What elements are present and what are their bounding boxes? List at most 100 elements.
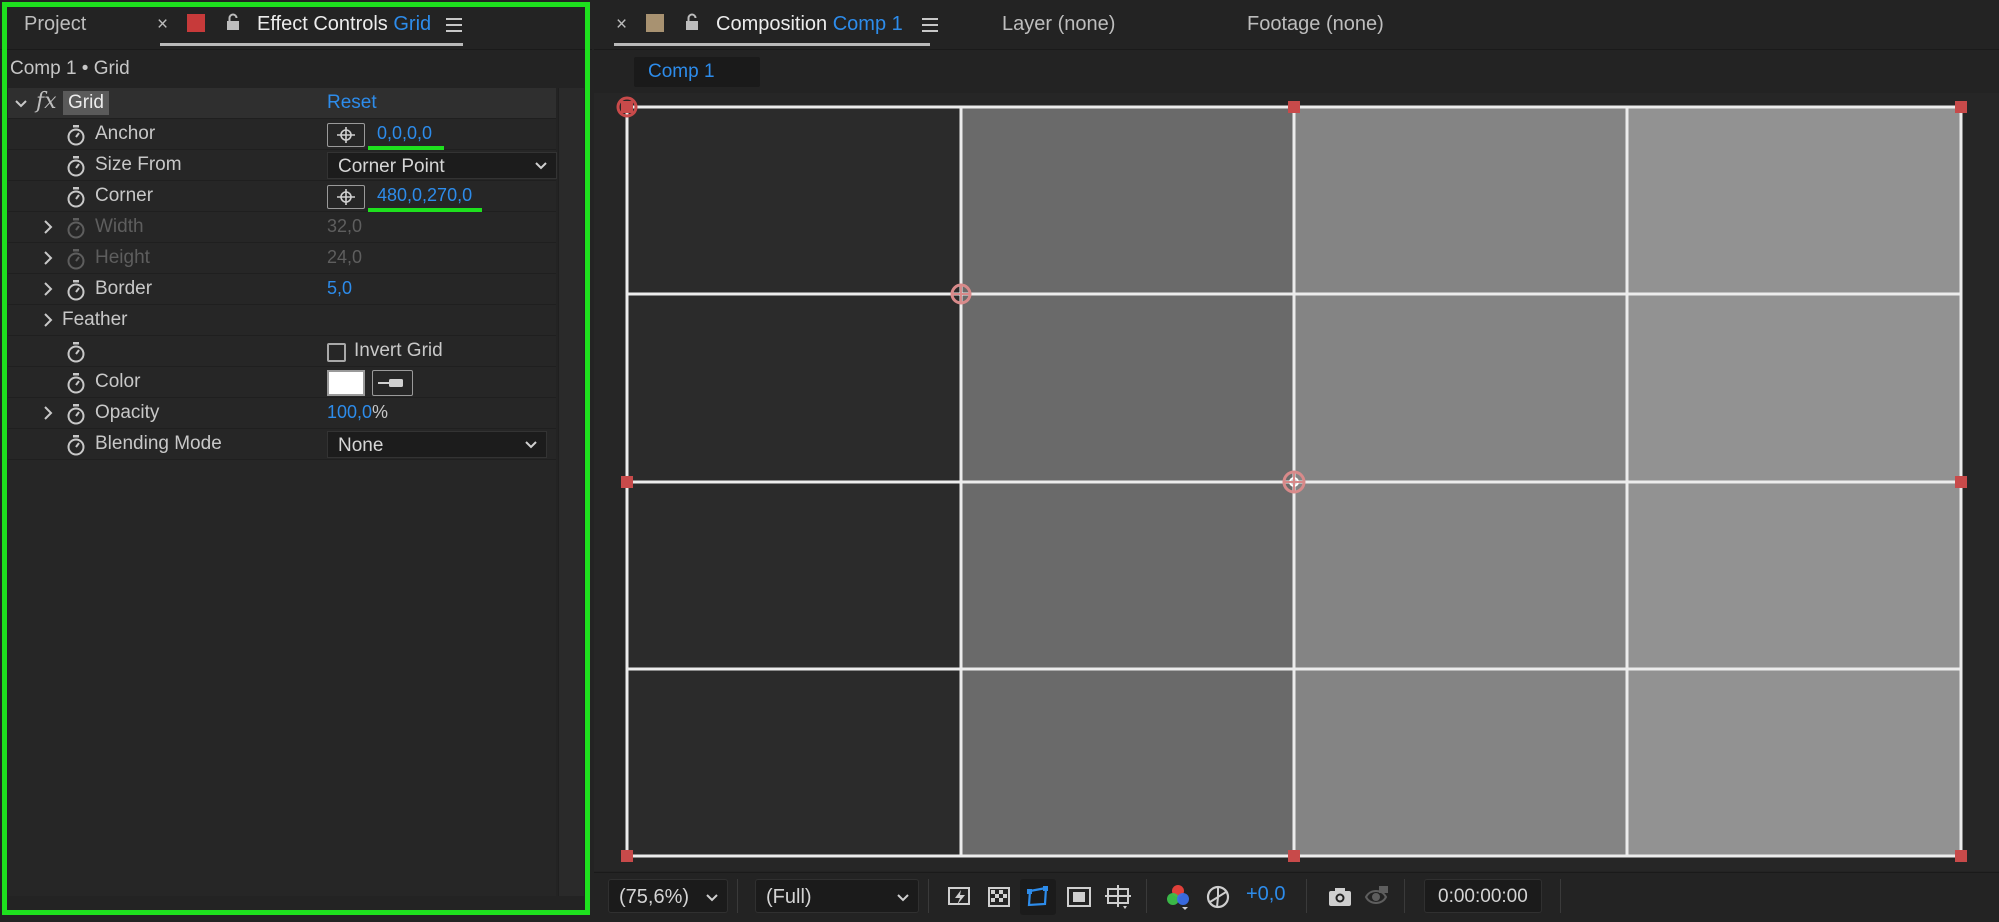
- property-label[interactable]: Feather: [62, 309, 127, 331]
- lock-icon[interactable]: [684, 13, 700, 31]
- chevron-down-icon: [525, 441, 537, 449]
- opacity-number: 100,0: [327, 402, 373, 422]
- tab-composition[interactable]: Composition Comp 1: [716, 13, 903, 36]
- border-value[interactable]: 5,0: [327, 278, 352, 299]
- property-label: Opacity: [95, 402, 160, 423]
- comp-sub-tab[interactable]: Comp 1: [634, 57, 760, 87]
- tab-composition-name: Comp 1: [832, 13, 903, 35]
- exposure-value[interactable]: +0,0: [1246, 883, 1285, 906]
- blending-mode-dropdown[interactable]: None: [327, 431, 547, 458]
- toolbar-separator: [1560, 879, 1561, 913]
- opacity-unit: %: [372, 402, 389, 422]
- anchor-target-button[interactable]: [327, 123, 365, 147]
- panel-menu-icon[interactable]: [922, 18, 938, 32]
- effect-name[interactable]: Grid: [63, 91, 109, 115]
- timecode-value: 0:00:00:00: [1438, 886, 1528, 907]
- property-row-opacity: Opacity 100,0%: [8, 398, 556, 429]
- right-tab-bar: × Composition Comp 1 Layer (none) Footag…: [594, 0, 1999, 50]
- anchor-value[interactable]: 0,0,0,0: [377, 123, 432, 144]
- property-row-color: Color: [8, 367, 556, 398]
- tab-effect-controls[interactable]: Effect Controls Grid: [257, 13, 431, 36]
- property-label: Corner: [95, 185, 154, 206]
- tab-layer[interactable]: Layer (none): [1002, 13, 1115, 36]
- toolbar-separator: [928, 879, 929, 913]
- stopwatch-icon[interactable]: [66, 186, 86, 208]
- effect-header-row[interactable]: fx Grid Reset: [8, 88, 556, 119]
- comp-sub-tab-label: Comp 1: [648, 61, 715, 82]
- zoom-value: (75,6%): [619, 886, 690, 908]
- comp-canvas[interactable]: [594, 93, 1999, 871]
- zoom-dropdown[interactable]: (75,6%): [608, 879, 728, 913]
- invert-grid-checkbox[interactable]: [327, 343, 346, 362]
- crosshair-target-icon: [337, 189, 355, 205]
- mask-visibility-button[interactable]: [1020, 879, 1056, 915]
- effect-controls-panel: Project × Effect Controls Grid Comp 1 • …: [0, 0, 592, 922]
- layer-anchor-point[interactable]: [1282, 470, 1306, 494]
- tab-composition-label: Composition: [716, 13, 828, 35]
- eyedropper-icon: [378, 379, 403, 387]
- stopwatch-icon[interactable]: [66, 403, 86, 425]
- property-label: Size From: [95, 154, 182, 175]
- property-row-size-from: Size From Corner Point: [8, 150, 557, 181]
- lock-icon[interactable]: [225, 13, 241, 31]
- fx-icon[interactable]: fx: [36, 89, 57, 114]
- property-label: Border: [95, 278, 153, 299]
- show-snapshot-icon[interactable]: [1362, 883, 1390, 911]
- region-of-interest-icon[interactable]: [1065, 883, 1093, 911]
- chevron-right-icon[interactable]: [42, 281, 54, 297]
- property-row-border: Border 5,0: [8, 274, 556, 305]
- stopwatch-icon[interactable]: [66, 124, 86, 146]
- panel-menu-icon[interactable]: [446, 18, 462, 32]
- comp-layer-path: Comp 1 • Grid: [10, 58, 130, 79]
- close-tab-icon[interactable]: ×: [616, 14, 627, 36]
- chevron-right-icon[interactable]: [42, 312, 54, 328]
- toolbar-separator: [1146, 879, 1147, 913]
- tab-project[interactable]: Project: [24, 13, 86, 36]
- current-time-display[interactable]: 0:00:00:00: [1424, 879, 1542, 913]
- active-tab-underline: [160, 43, 463, 46]
- chevron-right-icon[interactable]: [42, 250, 54, 266]
- camera-icon[interactable]: [1326, 883, 1354, 911]
- property-label: Color: [95, 371, 141, 392]
- size-from-value: Corner Point: [338, 156, 445, 177]
- stopwatch-icon[interactable]: [66, 434, 86, 456]
- color-swatch[interactable]: [327, 370, 365, 396]
- stopwatch-icon[interactable]: [66, 341, 86, 363]
- corner-value[interactable]: 480,0,270,0: [377, 185, 472, 206]
- stopwatch-icon: [67, 249, 85, 270]
- stopwatch-icon[interactable]: [66, 372, 86, 394]
- chevron-right-icon[interactable]: [42, 405, 54, 421]
- exposure-reset-icon[interactable]: [1204, 883, 1232, 911]
- invert-grid-label[interactable]: Invert Grid: [354, 340, 443, 362]
- composition-viewer[interactable]: [594, 93, 1999, 871]
- comp-label-color-swatch[interactable]: [646, 14, 664, 32]
- fast-previews-icon[interactable]: [946, 883, 974, 911]
- toolbar-separator: [1306, 879, 1307, 913]
- active-tab-underline: [614, 43, 930, 46]
- close-tab-icon[interactable]: ×: [157, 14, 168, 36]
- tab-effect-controls-label: Effect Controls: [257, 13, 388, 35]
- grid-guides-icon[interactable]: [1104, 883, 1132, 911]
- property-row-invert-grid: Invert Grid: [8, 336, 556, 367]
- properties-scrollbar[interactable]: [558, 88, 584, 896]
- chevron-right-icon[interactable]: [42, 219, 54, 235]
- property-label: Height: [95, 247, 150, 268]
- crosshair-target-icon: [337, 127, 355, 143]
- reset-link[interactable]: Reset: [327, 92, 377, 114]
- eyedropper-button[interactable]: [372, 370, 413, 396]
- corner-target-button[interactable]: [327, 185, 365, 209]
- height-value: 24,0: [327, 247, 363, 267]
- chevron-down-icon[interactable]: [14, 98, 28, 110]
- chevron-down-icon: [706, 894, 718, 902]
- tab-footage[interactable]: Footage (none): [1247, 13, 1384, 36]
- stopwatch-icon[interactable]: [66, 279, 86, 301]
- size-from-dropdown[interactable]: Corner Point: [327, 152, 557, 179]
- stopwatch-icon[interactable]: [66, 155, 86, 177]
- corner-control-point[interactable]: [950, 283, 972, 305]
- toolbar-separator: [737, 879, 738, 913]
- resolution-dropdown[interactable]: (Full): [755, 879, 919, 913]
- channel-rgb-icon[interactable]: [1164, 883, 1192, 911]
- opacity-value[interactable]: 100,0%: [327, 402, 388, 423]
- transparency-grid-icon[interactable]: [985, 883, 1013, 911]
- layer-label-color-swatch[interactable]: [187, 14, 205, 32]
